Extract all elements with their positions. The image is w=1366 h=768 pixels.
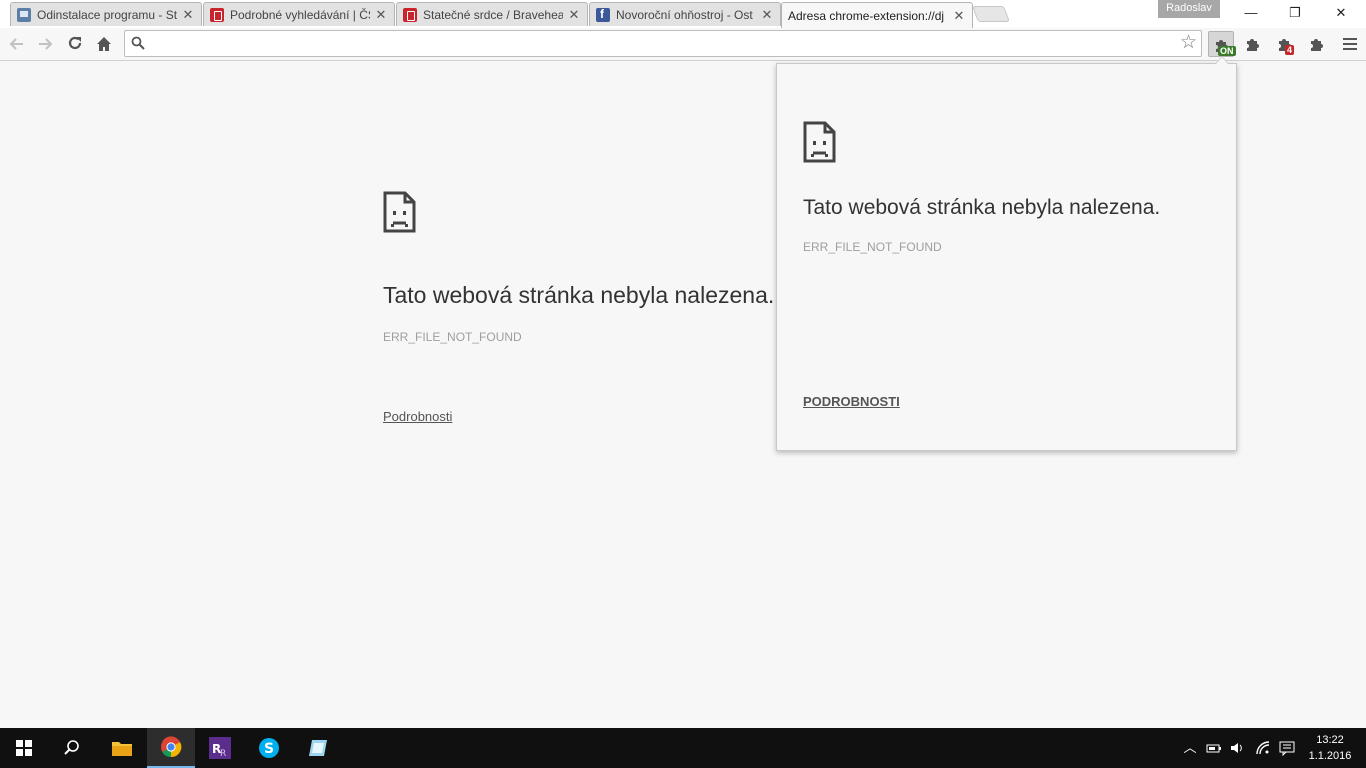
minimize-button[interactable]: — bbox=[1228, 0, 1274, 26]
close-tab-icon[interactable]: ✕ bbox=[181, 7, 195, 22]
skype-icon: S bbox=[259, 738, 279, 758]
sad-file-icon bbox=[803, 121, 836, 163]
windows-logo-icon bbox=[16, 740, 32, 756]
reload-button[interactable] bbox=[63, 32, 87, 56]
battery-icon[interactable] bbox=[1206, 740, 1222, 756]
start-button[interactable] bbox=[0, 728, 48, 768]
close-tab-icon[interactable]: ✕ bbox=[760, 7, 774, 22]
error-title: Tato webová stránka nebyla nalezena. bbox=[383, 282, 775, 308]
profile-button[interactable]: Radoslav bbox=[1158, 0, 1220, 18]
details-link[interactable]: Podrobnosti bbox=[383, 409, 452, 424]
chrome-taskbar-button[interactable] bbox=[147, 728, 195, 768]
tab-novorocni-ohnostroj[interactable]: Novoroční ohňostroj - Ost ✕ bbox=[589, 2, 781, 26]
reload-icon bbox=[68, 36, 82, 50]
popup-arrow-inner bbox=[1216, 57, 1228, 64]
tab-title: Podrobné vyhledávání | ČS bbox=[230, 7, 370, 22]
tab-odinstalace[interactable]: Odinstalace programu - St ✕ bbox=[10, 2, 202, 26]
windows-taskbar: RR S ︿ 13:22 1.1.2016 bbox=[0, 728, 1366, 768]
csfd-icon bbox=[210, 7, 224, 22]
svg-text:R: R bbox=[220, 749, 226, 759]
home-button[interactable] bbox=[92, 32, 116, 56]
new-tab-button[interactable] bbox=[972, 6, 1010, 22]
app-taskbar-button-2[interactable] bbox=[294, 728, 342, 768]
puzzle-icon bbox=[1311, 39, 1323, 51]
tab-strip: Odinstalace programu - St ✕ Podrobné vyh… bbox=[0, 0, 1366, 28]
search-icon bbox=[64, 740, 79, 755]
extension-count-badge: 4 bbox=[1285, 45, 1295, 55]
menu-icon-line bbox=[1343, 48, 1357, 50]
extension-button-active[interactable]: ON bbox=[1208, 31, 1236, 57]
app-taskbar-button[interactable]: RR bbox=[196, 728, 244, 768]
back-button[interactable] bbox=[5, 32, 29, 56]
popup-details-link[interactable]: PODROBNOSTI bbox=[803, 394, 900, 409]
csfd-icon bbox=[403, 7, 417, 22]
window-app-icon bbox=[309, 740, 327, 756]
extension-button[interactable] bbox=[1304, 31, 1330, 57]
close-tab-icon[interactable]: ✕ bbox=[374, 7, 388, 22]
folder-icon bbox=[112, 742, 132, 756]
chrome-icon bbox=[161, 736, 182, 758]
back-arrow-icon bbox=[9, 38, 23, 50]
extension-popup: Tato webová stránka nebyla nalezena. ERR… bbox=[776, 63, 1237, 451]
search-button[interactable] bbox=[48, 728, 96, 768]
clock-date: 1.1.2016 bbox=[1308, 750, 1352, 762]
extension-on-badge: ON bbox=[1218, 46, 1236, 56]
tab-podrobne-vyhledavani[interactable]: Podrobné vyhledávání | ČS ✕ bbox=[203, 2, 395, 26]
tab-statecne-srdce[interactable]: Statečné srdce / Bravehear ✕ bbox=[396, 2, 588, 26]
search-icon bbox=[131, 36, 145, 50]
popup-error-code: ERR_FILE_NOT_FOUND bbox=[803, 240, 942, 254]
file-explorer-button[interactable] bbox=[98, 728, 146, 768]
computer-icon bbox=[17, 7, 31, 22]
browser-toolbar: ☆ ON 4 bbox=[0, 28, 1366, 61]
home-icon bbox=[97, 37, 111, 51]
close-tab-icon[interactable]: ✕ bbox=[952, 8, 966, 23]
tab-title: Novoroční ohňostroj - Ost bbox=[616, 7, 753, 22]
address-bar[interactable]: ☆ bbox=[124, 30, 1202, 57]
forward-arrow-icon bbox=[39, 38, 53, 50]
app-logo-icon: RR bbox=[209, 737, 231, 759]
puzzle-icon bbox=[1247, 39, 1259, 51]
forward-button[interactable] bbox=[33, 32, 57, 56]
tab-title: Odinstalace programu - St bbox=[37, 7, 177, 22]
menu-icon-line bbox=[1343, 38, 1357, 40]
chrome-menu-button[interactable] bbox=[1340, 32, 1362, 56]
tab-chrome-extension-active[interactable]: Adresa chrome-extension://dj ✕ bbox=[781, 2, 973, 28]
volume-icon[interactable] bbox=[1229, 740, 1245, 756]
svg-text:S: S bbox=[264, 741, 274, 757]
extension-button[interactable] bbox=[1240, 31, 1266, 57]
facebook-icon bbox=[596, 7, 610, 22]
notification-icon[interactable] bbox=[1279, 740, 1295, 756]
tab-title: Adresa chrome-extension://dj bbox=[788, 8, 945, 23]
address-input[interactable] bbox=[153, 34, 1163, 53]
tab-title: Statečné srdce / Bravehear bbox=[423, 7, 563, 22]
close-tab-icon[interactable]: ✕ bbox=[567, 7, 581, 22]
system-clock[interactable]: 13:22 1.1.2016 bbox=[1300, 732, 1360, 764]
wifi-icon[interactable] bbox=[1255, 740, 1271, 756]
sad-file-icon bbox=[383, 191, 416, 233]
bookmark-star-icon[interactable]: ☆ bbox=[1180, 32, 1197, 54]
popup-error-title: Tato webová stránka nebyla nalezena. bbox=[803, 196, 1161, 219]
clock-time: 13:22 bbox=[1316, 734, 1344, 746]
restore-button[interactable]: ❐ bbox=[1272, 0, 1318, 26]
chevron-up-icon[interactable]: ︿ bbox=[1182, 740, 1198, 756]
error-code: ERR_FILE_NOT_FOUND bbox=[383, 330, 522, 344]
extension-button-with-count[interactable]: 4 bbox=[1272, 31, 1298, 57]
skype-taskbar-button[interactable]: S bbox=[245, 728, 293, 768]
menu-icon-line bbox=[1343, 43, 1357, 45]
close-window-button[interactable]: ✕ bbox=[1318, 0, 1364, 26]
